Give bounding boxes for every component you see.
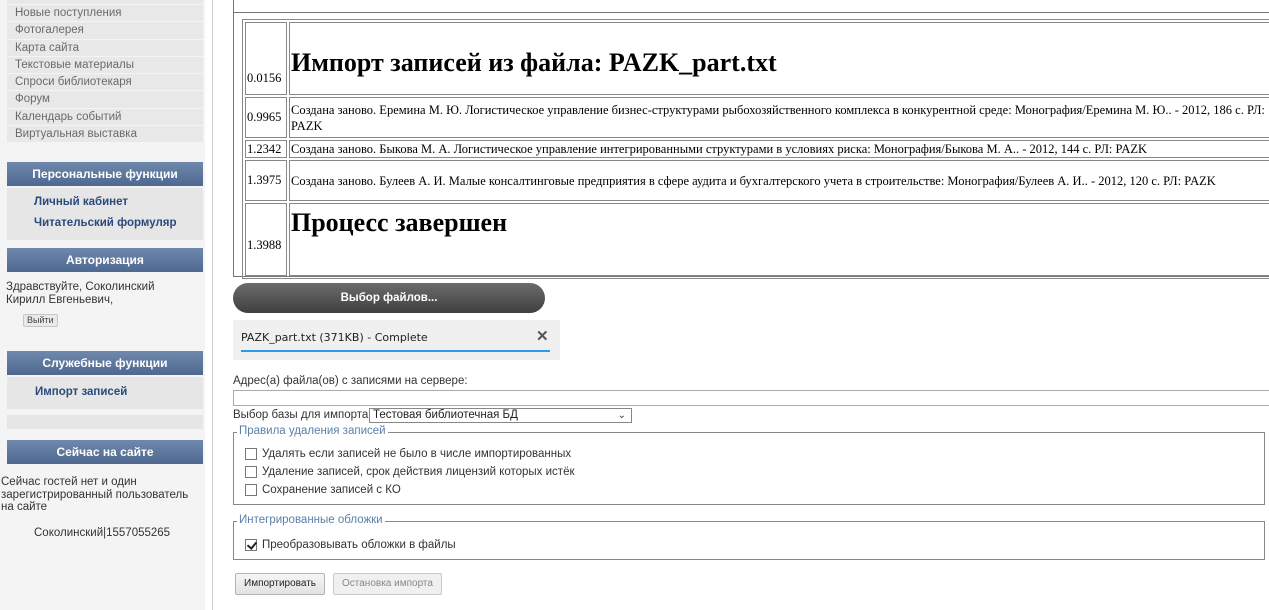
reader-form-link[interactable]: Читательский формуляр (7, 213, 203, 234)
log-time: 1.3975 (245, 160, 287, 201)
delete-expired-license-checkbox[interactable] (245, 466, 257, 478)
greeting-line: Кирилл Евгеньевич, (6, 293, 114, 306)
server-path-input[interactable] (233, 390, 1269, 406)
log-message: Создана заново. Булеев А. И. Малые конса… (289, 160, 1269, 201)
log-time: 1.2342 (245, 140, 287, 158)
process-finished-title: Процесс завершен (291, 208, 508, 237)
stop-import-button[interactable]: Остановка импорта (333, 573, 442, 595)
sidebar-divider (212, 0, 213, 610)
menu-item-forum[interactable]: Форум (7, 91, 203, 109)
log-time: 0.9965 (245, 97, 287, 138)
online-status-text: Сейчас гостей нет и один зарегистрирован… (1, 476, 205, 514)
log-time: 0.0156 (245, 22, 287, 95)
online-line: Сейчас гостей нет и один (1, 476, 137, 488)
sidebar-spacer (7, 415, 203, 429)
uploaded-file-name: PAZK_part.txt (371KB) - Complete (241, 331, 428, 344)
service-functions-header: Служебные функции (7, 351, 203, 375)
menu-item-ask-librarian[interactable]: Спроси библиотекаря (7, 74, 203, 92)
table-row: 0.0156 Импорт записей из файла: PAZK_par… (245, 22, 1269, 95)
online-user: Соколинский|1557055265 (34, 527, 171, 539)
menu-item-new-arrivals[interactable]: Новые поступления (7, 5, 203, 23)
keep-ko-records-checkbox[interactable] (245, 484, 257, 496)
convert-covers-checkbox[interactable] (245, 539, 257, 551)
checkbox-label: Удаление записей, срок действия лицензий… (262, 466, 575, 478)
checkbox-label: Преобразовывать обложки в файлы (262, 539, 456, 551)
personal-cabinet-link[interactable]: Личный кабинет (7, 192, 203, 213)
upload-progress-bar (241, 350, 550, 352)
table-row: 1.3975 Создана заново. Булеев А. И. Малы… (245, 160, 1269, 201)
menu-item-photo-gallery[interactable]: Фотогалерея (7, 22, 203, 40)
delete-not-imported-checkbox[interactable] (245, 448, 257, 460)
covers-legend: Интегрированные обложки (237, 514, 385, 526)
keep-ko-records-option[interactable]: Сохранение записей с КО (245, 483, 401, 497)
delete-rules-legend: Правила удаления записей (237, 425, 388, 437)
checkbox-label: Удалять если записей не было в числе имп… (262, 448, 572, 460)
menu-item-site-map[interactable]: Карта сайта (7, 40, 203, 57)
import-title: Импорт записей из файла: PAZK_part.txt (291, 48, 777, 77)
personal-functions-panel: Личный кабинет Читательский формуляр (7, 188, 203, 240)
log-message: Создана заново. Еремина М. Ю. Логистичес… (289, 97, 1269, 138)
service-functions-panel: Импорт записей (7, 377, 203, 409)
select-files-button[interactable]: Выбор файлов... (233, 283, 545, 313)
uploaded-file-item: PAZK_part.txt (371KB) - Complete ✕ (233, 320, 560, 360)
table-row: 1.2342 Создана заново. Быкова М. А. Логи… (245, 140, 1269, 158)
checkbox-label: Сохранение записей с КО (262, 484, 401, 496)
import-records-link[interactable]: Импорт записей (7, 382, 203, 403)
convert-covers-option[interactable]: Преобразовывать обложки в файлы (245, 538, 456, 552)
menu-item-text-materials[interactable]: Текстовые материалы (7, 57, 203, 75)
close-icon[interactable]: ✕ (536, 327, 549, 345)
db-selected-value: Тестовая библиотечная БД (373, 409, 518, 421)
personal-functions-header: Персональные функции (7, 162, 203, 186)
delete-not-imported-option[interactable]: Удалять если записей не было в числе имп… (245, 447, 571, 461)
server-path-label: Адрес(а) файла(ов) с записями на сервере… (233, 375, 468, 387)
delete-expired-license-option[interactable]: Удаление записей, срок действия лицензий… (245, 465, 575, 479)
online-now-header: Сейчас на сайте (7, 440, 203, 464)
greeting-text: Здравствуйте, Соколинский Кирилл Евгенье… (6, 281, 202, 306)
authorization-header: Авторизация (7, 248, 203, 272)
table-row: 1.3988 Процесс завершен (245, 203, 1269, 276)
menu-item-events-calendar[interactable]: Календарь событий (7, 109, 203, 127)
chevron-down-icon: ⌄ (617, 410, 626, 421)
import-button[interactable]: Импортировать (235, 573, 326, 595)
menu-item-virtual-exhibition[interactable]: Виртуальная выставка (7, 126, 203, 144)
import-log-table: 0.0156 Импорт записей из файла: PAZK_par… (242, 19, 1269, 279)
site-menu: Новые поступления Фотогалерея Карта сайт… (7, 0, 203, 144)
log-message: Процесс завершен (289, 203, 1269, 276)
greeting-line: Здравствуйте, Соколинский (6, 281, 155, 293)
log-time: 1.3988 (245, 203, 287, 276)
db-select-label: Выбор базы для импорта: (233, 409, 372, 421)
log-message: Создана заново. Быкова М. А. Логистическ… (289, 140, 1269, 158)
online-line: зарегистрированный пользователь (1, 488, 189, 501)
db-select[interactable]: Тестовая библиотечная БД ⌄ (369, 408, 632, 423)
import-log-frame-top (233, 12, 1269, 13)
log-message: Импорт записей из файла: PAZK_part.txt (289, 22, 1269, 95)
table-row: 0.9965 Создана заново. Еремина М. Ю. Лог… (245, 97, 1269, 138)
logout-button[interactable]: Выйти (23, 314, 58, 327)
online-line: на сайте (1, 501, 48, 513)
